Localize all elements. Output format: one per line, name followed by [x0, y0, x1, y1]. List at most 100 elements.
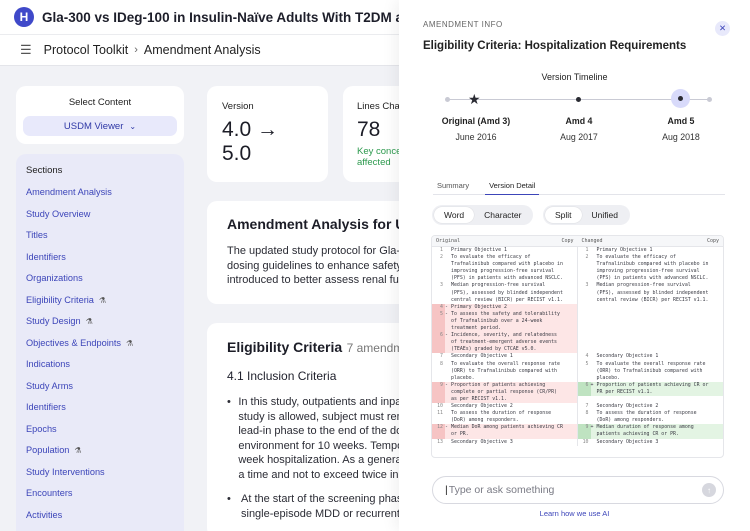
- diff-line: 9- Proportion of patients achieving: [432, 381, 577, 389]
- lines-changed-sub: Key conce affected: [357, 146, 401, 168]
- sidebar-item[interactable]: Identifiers: [26, 247, 184, 269]
- line-number: [578, 290, 591, 297]
- line-number: 3: [440, 282, 443, 289]
- diff-line: 2 To evaluate the efficacy of: [578, 254, 724, 261]
- sidebar-item[interactable]: Study Overview: [26, 204, 184, 226]
- viewer-dropdown[interactable]: USDM Viewer ⌄: [23, 116, 177, 136]
- copy-changed-button[interactable]: Copy: [707, 236, 719, 246]
- timeline-dot-amd4[interactable]: [576, 97, 581, 102]
- line-number: [577, 388, 591, 396]
- line-number: [432, 325, 445, 333]
- lines-changed-sub-line2: affected: [357, 157, 391, 168]
- sidebar-item[interactable]: Encounters: [26, 483, 184, 505]
- sidebar-item[interactable]: Study Design ⚗: [26, 311, 184, 333]
- timeline-dot-amd5-active[interactable]: [671, 89, 690, 108]
- sidebar-item[interactable]: Activities: [26, 505, 184, 527]
- line-number: [578, 297, 591, 304]
- breadcrumb-root[interactable]: Protocol Toolkit: [44, 43, 129, 57]
- sidebar-item[interactable]: Indications: [26, 354, 184, 376]
- line-number: [578, 261, 591, 268]
- send-button[interactable]: ↑: [702, 483, 716, 497]
- line-number: [578, 268, 591, 275]
- diff-original-label: Original: [436, 238, 461, 244]
- diff-text: Incidence, severity, and relatedness: [451, 332, 557, 339]
- line-number: [578, 318, 591, 325]
- split-option[interactable]: Split: [545, 207, 582, 223]
- line-number: [578, 304, 591, 311]
- flask-icon: ⚗: [98, 295, 107, 305]
- sidebar-item[interactable]: Amendment Analysis: [26, 182, 184, 204]
- version-amd5[interactable]: Amd 5 Aug 2018: [636, 116, 726, 142]
- criteria-line: study is allowed, subject must rema: [238, 410, 412, 423]
- diff-changed-label: Changed: [581, 238, 603, 244]
- diff-line: [578, 346, 724, 353]
- line-number: 1: [585, 247, 589, 253]
- diff-line: [578, 325, 724, 332]
- sidebar-item[interactable]: Objectives & Endpoints ⚗: [26, 333, 184, 355]
- word-option[interactable]: Word: [434, 207, 475, 223]
- diff-line: 7 Secondary Objective 1: [432, 353, 577, 360]
- unified-option[interactable]: Unified: [582, 207, 628, 223]
- diff-sign: [591, 304, 597, 311]
- diff-text: Primary Objective 2: [451, 303, 507, 310]
- diff-text: (DoR) among responders.: [451, 417, 519, 424]
- bullet: •: [227, 493, 231, 505]
- diff-text: (DoR) among responders.: [596, 417, 665, 424]
- diff-line: patients achieving CR or PR.: [577, 431, 723, 439]
- sidebar-item[interactable]: Titles: [26, 225, 184, 247]
- amendment-info-drawer: AMENDMENT INFO Eligibility Criteria: Hos…: [399, 0, 750, 531]
- close-button[interactable]: ✕: [715, 21, 730, 36]
- tab-version-detail[interactable]: Version Detail: [485, 180, 540, 195]
- diff-line: (PFS) in patients with advanced NSCLC.: [578, 275, 724, 282]
- sidebar-item[interactable]: Study Interventions: [26, 462, 184, 484]
- sidebar-item-label: Organizations: [26, 273, 83, 283]
- sidebar-item-label: Activities: [26, 509, 63, 520]
- line-number: [578, 346, 591, 353]
- sidebar-item[interactable]: Population ⚗: [26, 440, 184, 462]
- breadcrumb-current: Amendment Analysis: [143, 43, 261, 57]
- tab-summary[interactable]: Summary: [433, 180, 473, 195]
- diff-text: To evaluate the overall response rate: [596, 360, 706, 367]
- line-number: [578, 368, 591, 375]
- diff-line: 4- Primary Objective 2: [432, 303, 577, 311]
- line-number: [577, 431, 591, 439]
- sidebar-item[interactable]: Identifiers: [26, 397, 184, 419]
- sections-nav: Sections Amendment Analysis Study Overvie…: [16, 154, 184, 531]
- diff-line: 7 Secondary Objective 2: [578, 403, 724, 410]
- diff-line: (ORR) to Trafnalinibub compared with: [432, 368, 577, 375]
- star-icon[interactable]: ★: [468, 91, 481, 108]
- diff-line: [578, 339, 724, 346]
- eligibility-card: Eligibility Criteria 7 amendment 4.1 Inc…: [207, 323, 413, 531]
- menu-icon[interactable]: ☰: [20, 42, 32, 58]
- learn-ai-link[interactable]: Learn how we use AI: [399, 509, 750, 518]
- diff-line: (ORR) to Trafnalinibub compared with: [578, 368, 724, 375]
- sidebar-item-label: Eligibility Criteria: [26, 294, 94, 305]
- version-card: Version 4.0 → 5.0: [207, 86, 328, 182]
- diff-line: as per RECIST v1.1.: [432, 395, 577, 404]
- version-amd4[interactable]: Amd 4 Aug 2017: [534, 116, 624, 142]
- sidebar-item-label: Study Overview: [26, 208, 91, 219]
- sidebar-item[interactable]: Organizations: [26, 268, 184, 290]
- sidebar-item[interactable]: Study Arms: [26, 376, 184, 398]
- line-number: 11: [437, 410, 443, 417]
- version-to: 5.0: [222, 142, 252, 165]
- lines-changed-label: Lines Chan: [357, 101, 406, 112]
- close-icon: ✕: [718, 23, 727, 33]
- diff-line: (PFS) in patients with advanced NSCLC.: [432, 275, 577, 282]
- diff-line: Trafnalinibub compared with placebo in: [432, 261, 577, 268]
- line-number: 10: [437, 403, 443, 410]
- diff-text: PR per RECIST v1.1.: [596, 388, 653, 395]
- copy-original-button[interactable]: Copy: [561, 236, 573, 246]
- chevron-right-icon: ›: [134, 44, 138, 56]
- version-original[interactable]: Original (Amd 3) June 2016: [431, 116, 521, 142]
- character-option[interactable]: Character: [474, 207, 531, 223]
- line-number: [432, 388, 445, 396]
- timeline-dot: [707, 97, 712, 102]
- sidebar-item[interactable]: Epochs: [26, 419, 184, 441]
- sidebar-item[interactable]: Eligibility Criteria ⚗: [26, 290, 184, 312]
- line-number: [432, 395, 445, 404]
- diff-text: Primary Objective 1: [596, 247, 653, 253]
- ask-input[interactable]: | Type or ask something ↑: [432, 476, 724, 504]
- diff-text: Proportion of patients achieving: [451, 381, 546, 388]
- app-logo[interactable]: H: [14, 7, 34, 27]
